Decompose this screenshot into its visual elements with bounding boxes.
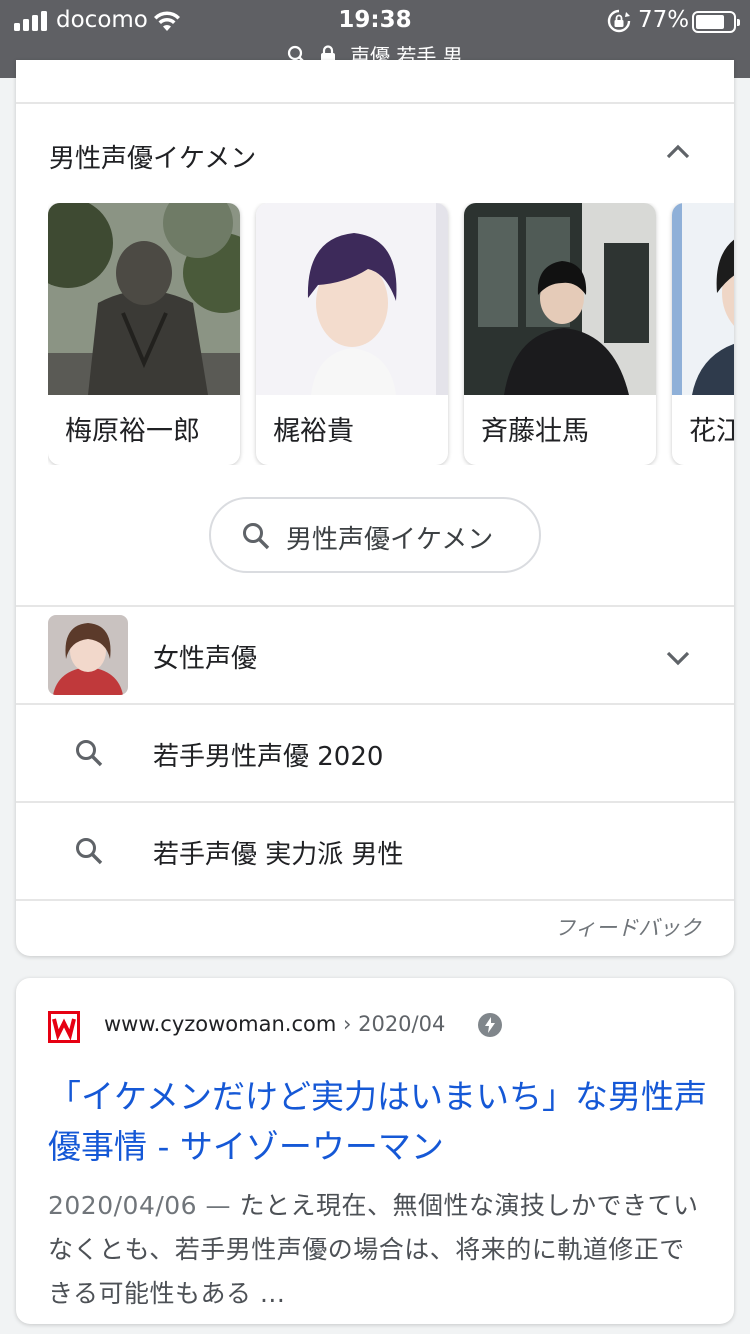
person-card[interactable]: 花江 bbox=[672, 203, 734, 465]
people-also-search-card: 男性声優イケメン 梅原裕一郎 梶裕貴 斉藤壮馬 花江 男性声優イケメン 女性声優… bbox=[16, 60, 734, 956]
related-label: 若手男性声優 2020 bbox=[153, 742, 384, 772]
result-title-link[interactable]: 「イケメンだけど実力はいまいち」な男性声優事情 - サイゾーウーマン bbox=[48, 1072, 708, 1172]
site-favicon bbox=[48, 1011, 80, 1043]
person-card[interactable]: 梶裕貴 bbox=[256, 203, 448, 465]
related-row-female-voice-actors[interactable]: 女性声優 bbox=[16, 607, 734, 703]
search-chip[interactable]: 男性声優イケメン bbox=[209, 497, 541, 573]
person-name: 梶裕貴 bbox=[273, 416, 354, 447]
divider bbox=[16, 899, 734, 901]
person-card[interactable]: 斉藤壮馬 bbox=[464, 203, 656, 465]
section-title: 男性声優イケメン bbox=[49, 144, 257, 174]
related-label: 若手声優 実力派 男性 bbox=[153, 840, 404, 870]
person-name: 斉藤壮馬 bbox=[481, 416, 589, 447]
related-label: 女性声優 bbox=[153, 644, 258, 674]
search-icon bbox=[76, 740, 103, 767]
avatar bbox=[48, 615, 128, 695]
result-snippet: 2020/04/06 — たとえ現在、無個性な演技しかできていなくとも、若手男性… bbox=[48, 1184, 708, 1316]
amp-lightning-icon bbox=[478, 1013, 502, 1037]
person-photo bbox=[672, 203, 734, 395]
search-result-card: www.cyzowoman.com › 2020/04 「イケメンだけど実力はい… bbox=[16, 978, 734, 1324]
result-url[interactable]: www.cyzowoman.com › 2020/04 bbox=[104, 1012, 445, 1036]
result-url-date: 2020/04 bbox=[358, 1012, 446, 1036]
people-carousel[interactable]: 梅原裕一郎 梶裕貴 斉藤壮馬 花江 bbox=[48, 203, 734, 465]
feedback-link[interactable]: フィードバック bbox=[554, 912, 701, 942]
breadcrumb-separator: › bbox=[343, 1012, 352, 1036]
chevron-down-icon[interactable] bbox=[665, 644, 691, 670]
divider bbox=[16, 102, 734, 104]
snippet-date: 2020/04/06 — bbox=[48, 1191, 232, 1220]
person-name: 梅原裕一郎 bbox=[65, 416, 200, 447]
search-icon bbox=[76, 838, 103, 865]
person-card[interactable]: 梅原裕一郎 bbox=[48, 203, 240, 465]
person-photo bbox=[48, 203, 240, 395]
result-domain: www.cyzowoman.com bbox=[104, 1012, 337, 1036]
person-name: 花江 bbox=[689, 416, 734, 447]
rotation-lock-icon bbox=[607, 9, 631, 33]
related-search-row[interactable]: 若手声優 実力派 男性 bbox=[16, 803, 734, 899]
person-photo bbox=[256, 203, 448, 395]
chevron-up-icon[interactable] bbox=[665, 140, 691, 166]
person-photo bbox=[464, 203, 656, 395]
battery-percent: 77% bbox=[638, 7, 690, 33]
search-chip-label: 男性声優イケメン bbox=[286, 525, 494, 555]
search-icon bbox=[243, 523, 270, 550]
related-search-row[interactable]: 若手男性声優 2020 bbox=[16, 705, 734, 801]
battery-icon bbox=[692, 11, 740, 33]
